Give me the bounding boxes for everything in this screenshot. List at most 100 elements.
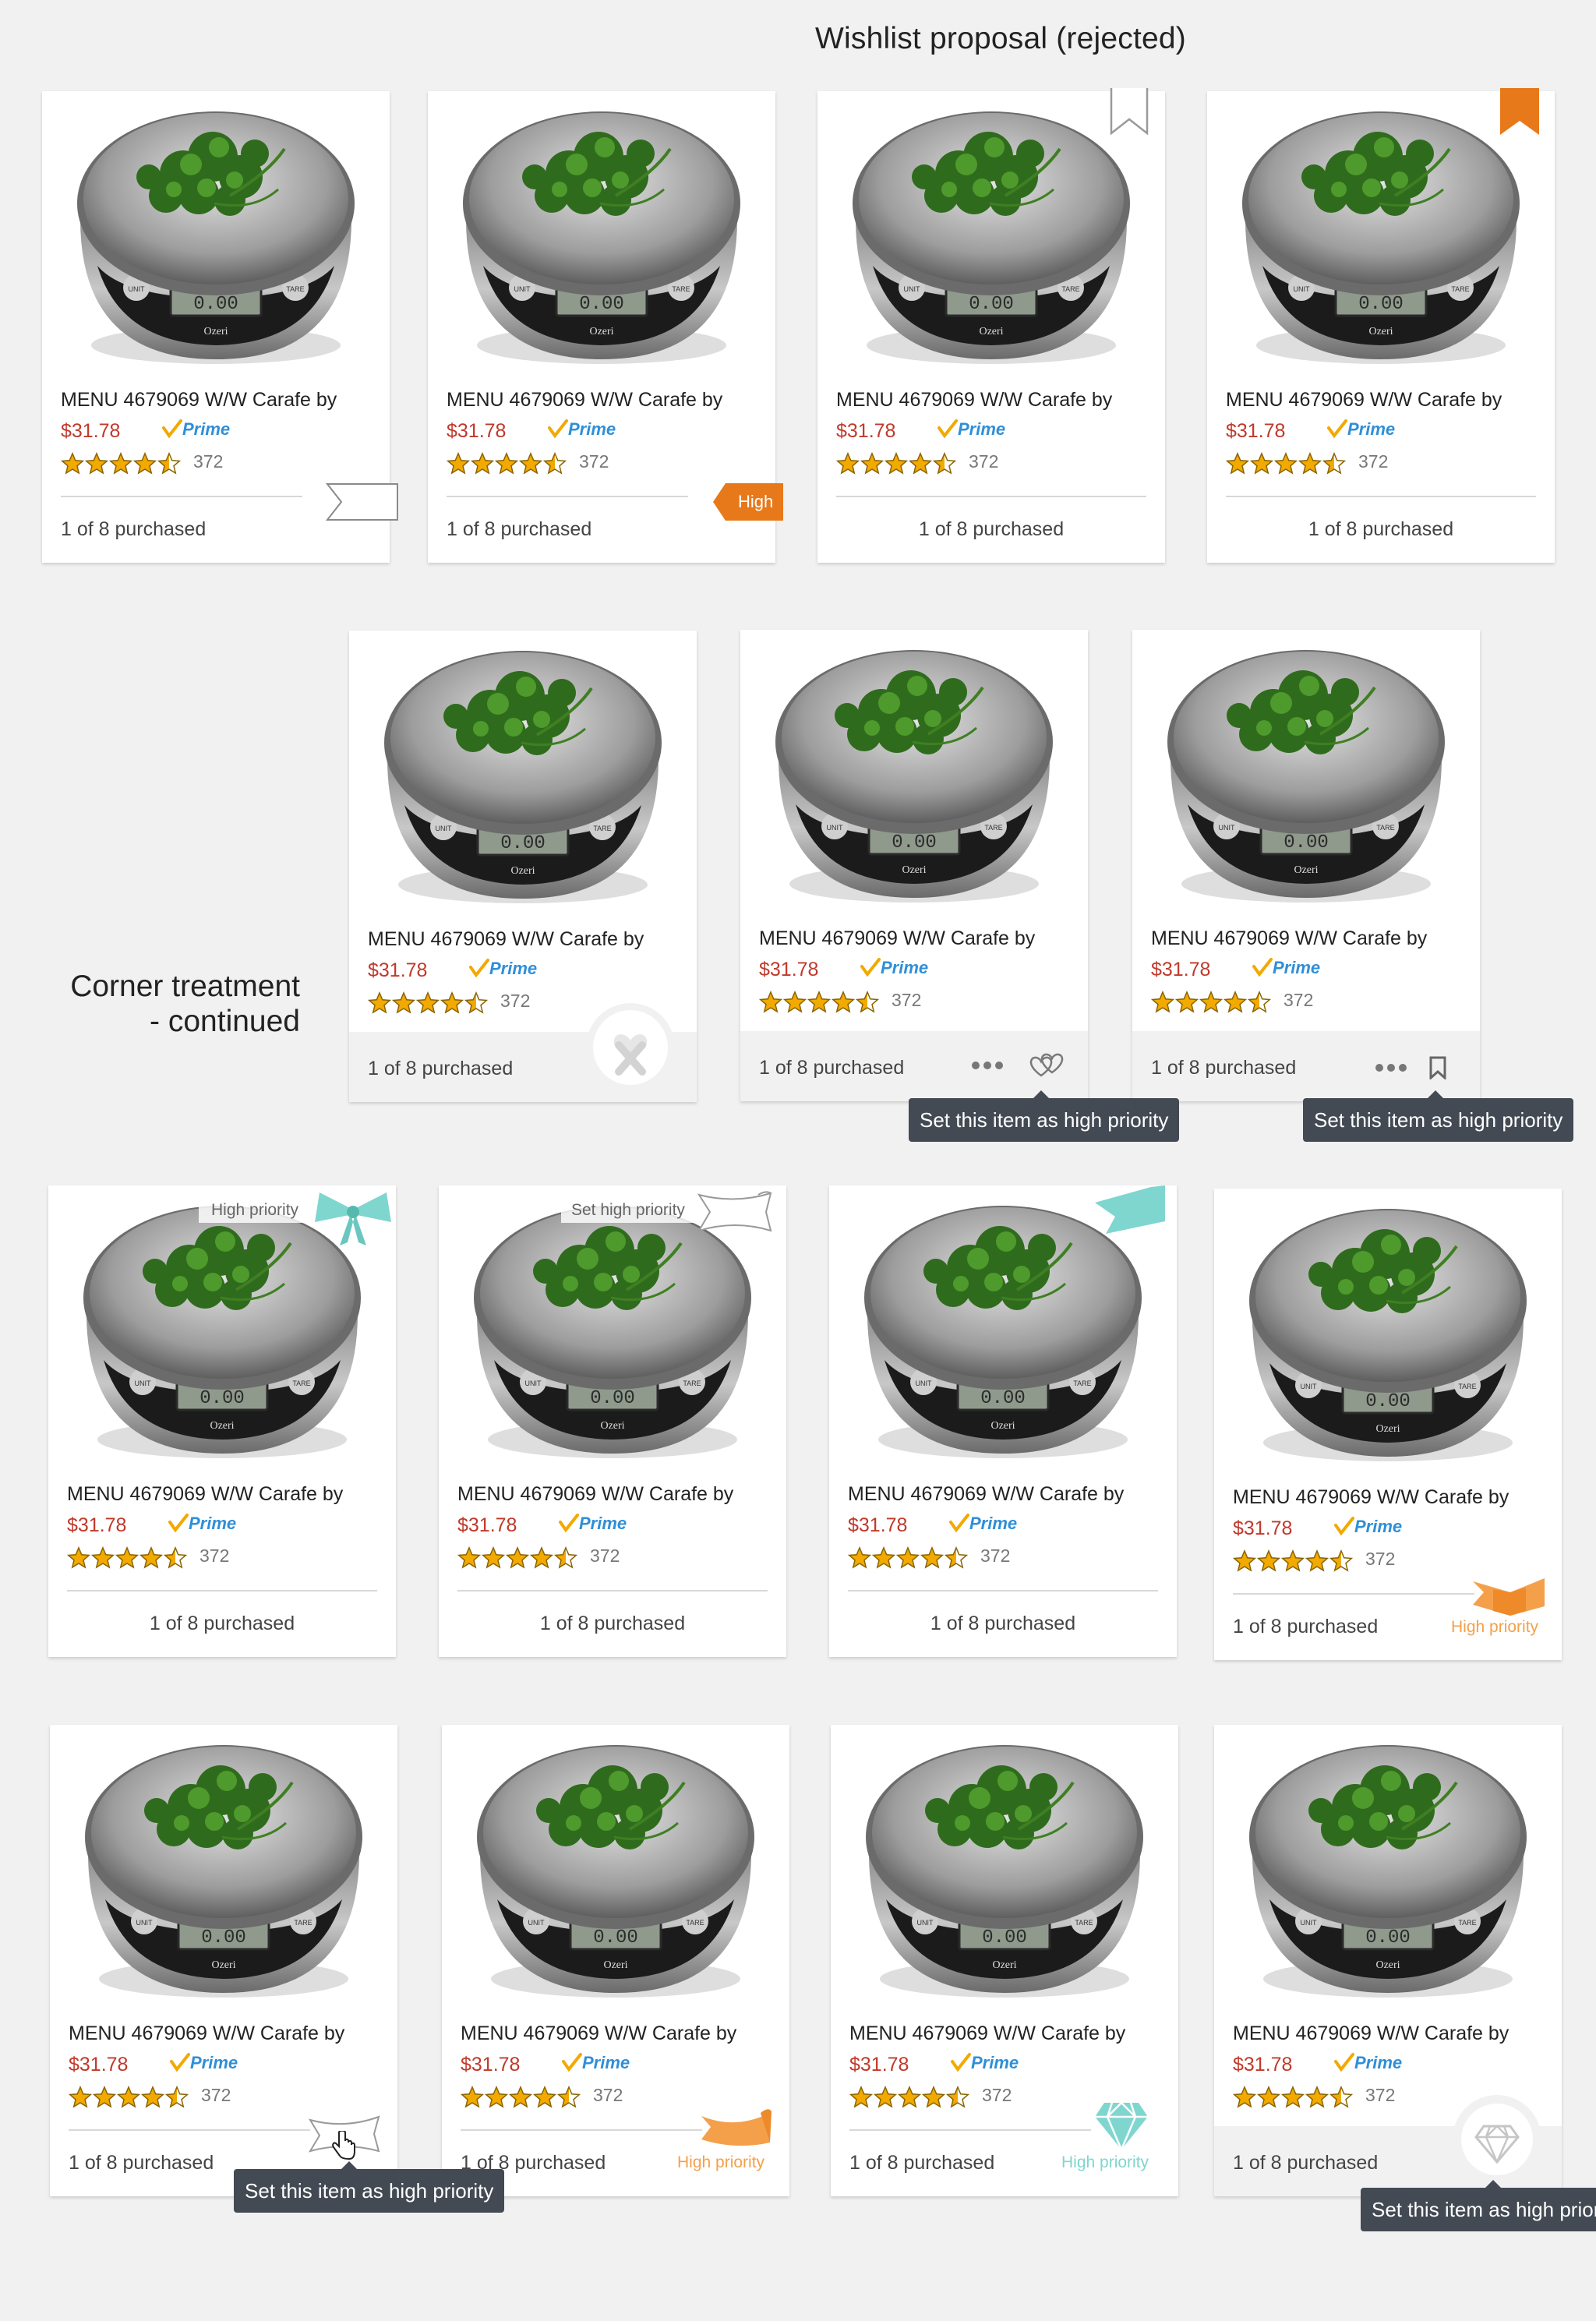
section-label: Corner treatment - continued (70, 970, 300, 1038)
star-icon (495, 452, 518, 475)
product-title[interactable]: MENU 4679069 W/W Carafe by (61, 389, 337, 412)
product-price: $31.78 (69, 2054, 129, 2075)
svg-text:0.00: 0.00 (892, 832, 937, 853)
svg-text:UNIT: UNIT (136, 1919, 153, 1927)
star-icon (165, 2086, 189, 2108)
diamond-icon[interactable] (1093, 2101, 1149, 2151)
product-price: $31.78 (457, 1514, 517, 1536)
prime-logo: Prime (469, 959, 537, 978)
product-price: $31.78 (759, 959, 819, 980)
review-count[interactable]: 372 (593, 2085, 623, 2106)
bookmark-outline-icon[interactable] (1110, 88, 1149, 135)
product-price: $31.78 (67, 1514, 127, 1536)
product-title[interactable]: MENU 4679069 W/W Carafe by (447, 389, 722, 412)
high-priority-tag[interactable]: High (713, 483, 783, 521)
teal-ribbon-icon[interactable] (1095, 1185, 1165, 1234)
rating-stars (447, 451, 567, 476)
review-count[interactable]: 372 (1365, 2085, 1395, 2106)
product-thumbnail[interactable]: 0.00 UNIT TARE Ozeri (861, 1196, 1145, 1464)
bookmark-filled-icon[interactable] (1500, 88, 1539, 135)
review-count[interactable]: 372 (201, 2085, 231, 2106)
review-count[interactable]: 372 (980, 1546, 1010, 1567)
bow-icon[interactable] (312, 1191, 394, 1247)
product-card[interactable]: 0.00 UNIT TARE Ozeri MENU 4679069 W/W Ca… (48, 1185, 396, 1657)
svg-text:0.00: 0.00 (593, 1927, 638, 1948)
star-icon (945, 1546, 968, 1569)
product-thumbnail[interactable]: 0.00 UNIT TARE Ozeri (1246, 1736, 1530, 2004)
product-thumbnail[interactable]: 0.00 UNIT TARE Ozeri (1164, 641, 1448, 909)
review-count[interactable]: 372 (892, 990, 921, 1011)
purchased-count: 1 of 8 purchased (69, 2152, 214, 2174)
review-count[interactable]: 372 (1358, 451, 1388, 472)
hearts-icon[interactable] (1029, 1052, 1066, 1080)
product-title[interactable]: MENU 4679069 W/W Carafe by (849, 2022, 1125, 2045)
product-thumbnail[interactable]: 0.00 UNIT TARE Ozeri (849, 102, 1133, 370)
product-title[interactable]: MENU 4679069 W/W Carafe by (461, 2022, 736, 2045)
set-high-priority-label[interactable]: Set high priority (571, 1201, 685, 1220)
review-count[interactable]: 372 (579, 451, 609, 472)
diamond-icon[interactable] (1451, 2093, 1543, 2185)
product-title[interactable]: MENU 4679069 W/W Carafe by (368, 928, 644, 951)
star-icon (482, 1546, 505, 1569)
rating-stars (836, 451, 957, 476)
review-count[interactable]: 372 (1365, 1549, 1395, 1570)
product-thumbnail[interactable]: 0.00 UNIT TARE Ozeri (381, 641, 665, 910)
review-count[interactable]: 372 (193, 451, 223, 472)
product-title[interactable]: MENU 4679069 W/W Carafe by (836, 389, 1112, 412)
svg-text:TARE: TARE (984, 824, 1002, 832)
star-icon (141, 2086, 164, 2108)
product-title[interactable]: MENU 4679069 W/W Carafe by (848, 1483, 1124, 1506)
review-count[interactable]: 372 (982, 2085, 1012, 2106)
review-count[interactable]: 372 (969, 451, 998, 472)
svg-text:0.00: 0.00 (969, 294, 1014, 315)
product-thumbnail[interactable]: 0.00 UNIT TARE Ozeri (82, 1736, 365, 2004)
product-title[interactable]: MENU 4679069 W/W Carafe by (1233, 2022, 1509, 2045)
product-title[interactable]: MENU 4679069 W/W Carafe by (759, 927, 1035, 950)
review-count[interactable]: 372 (200, 1546, 229, 1567)
review-count[interactable]: 372 (590, 1546, 620, 1567)
product-card[interactable]: 0.00 UNIT TARE Ozeri MENU 4679069 W/W Ca… (740, 630, 1088, 1101)
divider (69, 2129, 310, 2131)
review-count[interactable]: 372 (1284, 990, 1313, 1011)
more-dots-icon[interactable] (1375, 1063, 1407, 1072)
product-thumbnail[interactable]: 0.00 UNIT TARE Ozeri (474, 1736, 757, 2004)
product-thumbnail[interactable]: 0.00 UNIT TARE Ozeri (863, 1736, 1146, 2004)
scroll-ribbon-icon[interactable] (696, 1189, 774, 1235)
product-title[interactable]: MENU 4679069 W/W Carafe by (1151, 927, 1427, 950)
svg-text:Prime: Prime (1354, 2053, 1402, 2072)
product-card[interactable]: 0.00 UNIT TARE Ozeri MENU 4679069 W/W Ca… (439, 1185, 786, 1657)
product-thumbnail[interactable]: 0.00 UNIT TARE Ozeri (1239, 102, 1523, 370)
svg-text:0.00: 0.00 (1358, 294, 1404, 315)
product-title[interactable]: MENU 4679069 W/W Carafe by (1226, 389, 1502, 412)
product-thumbnail[interactable]: 0.00 UNIT TARE Ozeri (471, 1196, 754, 1464)
svg-text:UNIT: UNIT (436, 825, 452, 832)
star-icon (157, 452, 181, 475)
product-thumbnail[interactable]: 0.00 UNIT TARE Ozeri (1246, 1199, 1530, 1468)
product-title[interactable]: MENU 4679069 W/W Carafe by (67, 1483, 343, 1506)
star-icon (1151, 991, 1174, 1013)
review-count[interactable]: 372 (500, 991, 530, 1012)
product-thumbnail[interactable]: 0.00 UNIT TARE Ozeri (772, 641, 1056, 909)
more-dots-icon[interactable] (971, 1061, 1004, 1070)
scroll-ribbon-icon[interactable] (1471, 1577, 1546, 1617)
product-card[interactable]: 0.00 UNIT TARE Ozeri MENU 4679069 W/W Ca… (829, 1185, 1177, 1657)
flag-outline-icon[interactable] (326, 482, 399, 521)
star-icon (67, 1546, 90, 1569)
bookmark-outline-icon[interactable] (1428, 1056, 1447, 1079)
product-thumbnail[interactable]: 0.00 UNIT TARE Ozeri (74, 102, 358, 370)
heart-ribbon-icon[interactable] (584, 1002, 676, 1093)
scroll-ribbon-icon[interactable] (700, 2107, 773, 2150)
prime-logo: Prime (1252, 958, 1320, 977)
product-title[interactable]: MENU 4679069 W/W Carafe by (69, 2022, 344, 2045)
product-thumbnail[interactable]: 0.00 UNIT TARE Ozeri (460, 102, 743, 370)
product-card[interactable]: 0.00 UNIT TARE Ozeri MENU 4679069 W/W Ca… (1132, 630, 1480, 1101)
star-icon (461, 2086, 484, 2108)
divider (849, 2129, 1091, 2131)
product-card[interactable]: 0.00 UNIT TARE Ozeri MENU 4679069 W/W Ca… (817, 91, 1165, 563)
star-icon (1233, 2086, 1256, 2108)
product-card[interactable]: 0.00 UNIT TARE Ozeri MENU 4679069 W/W Ca… (1207, 91, 1555, 563)
product-title[interactable]: MENU 4679069 W/W Carafe by (1233, 1486, 1509, 1509)
product-title[interactable]: MENU 4679069 W/W Carafe by (457, 1483, 733, 1506)
star-icon (874, 2086, 897, 2108)
svg-text:0.00: 0.00 (1284, 832, 1329, 853)
